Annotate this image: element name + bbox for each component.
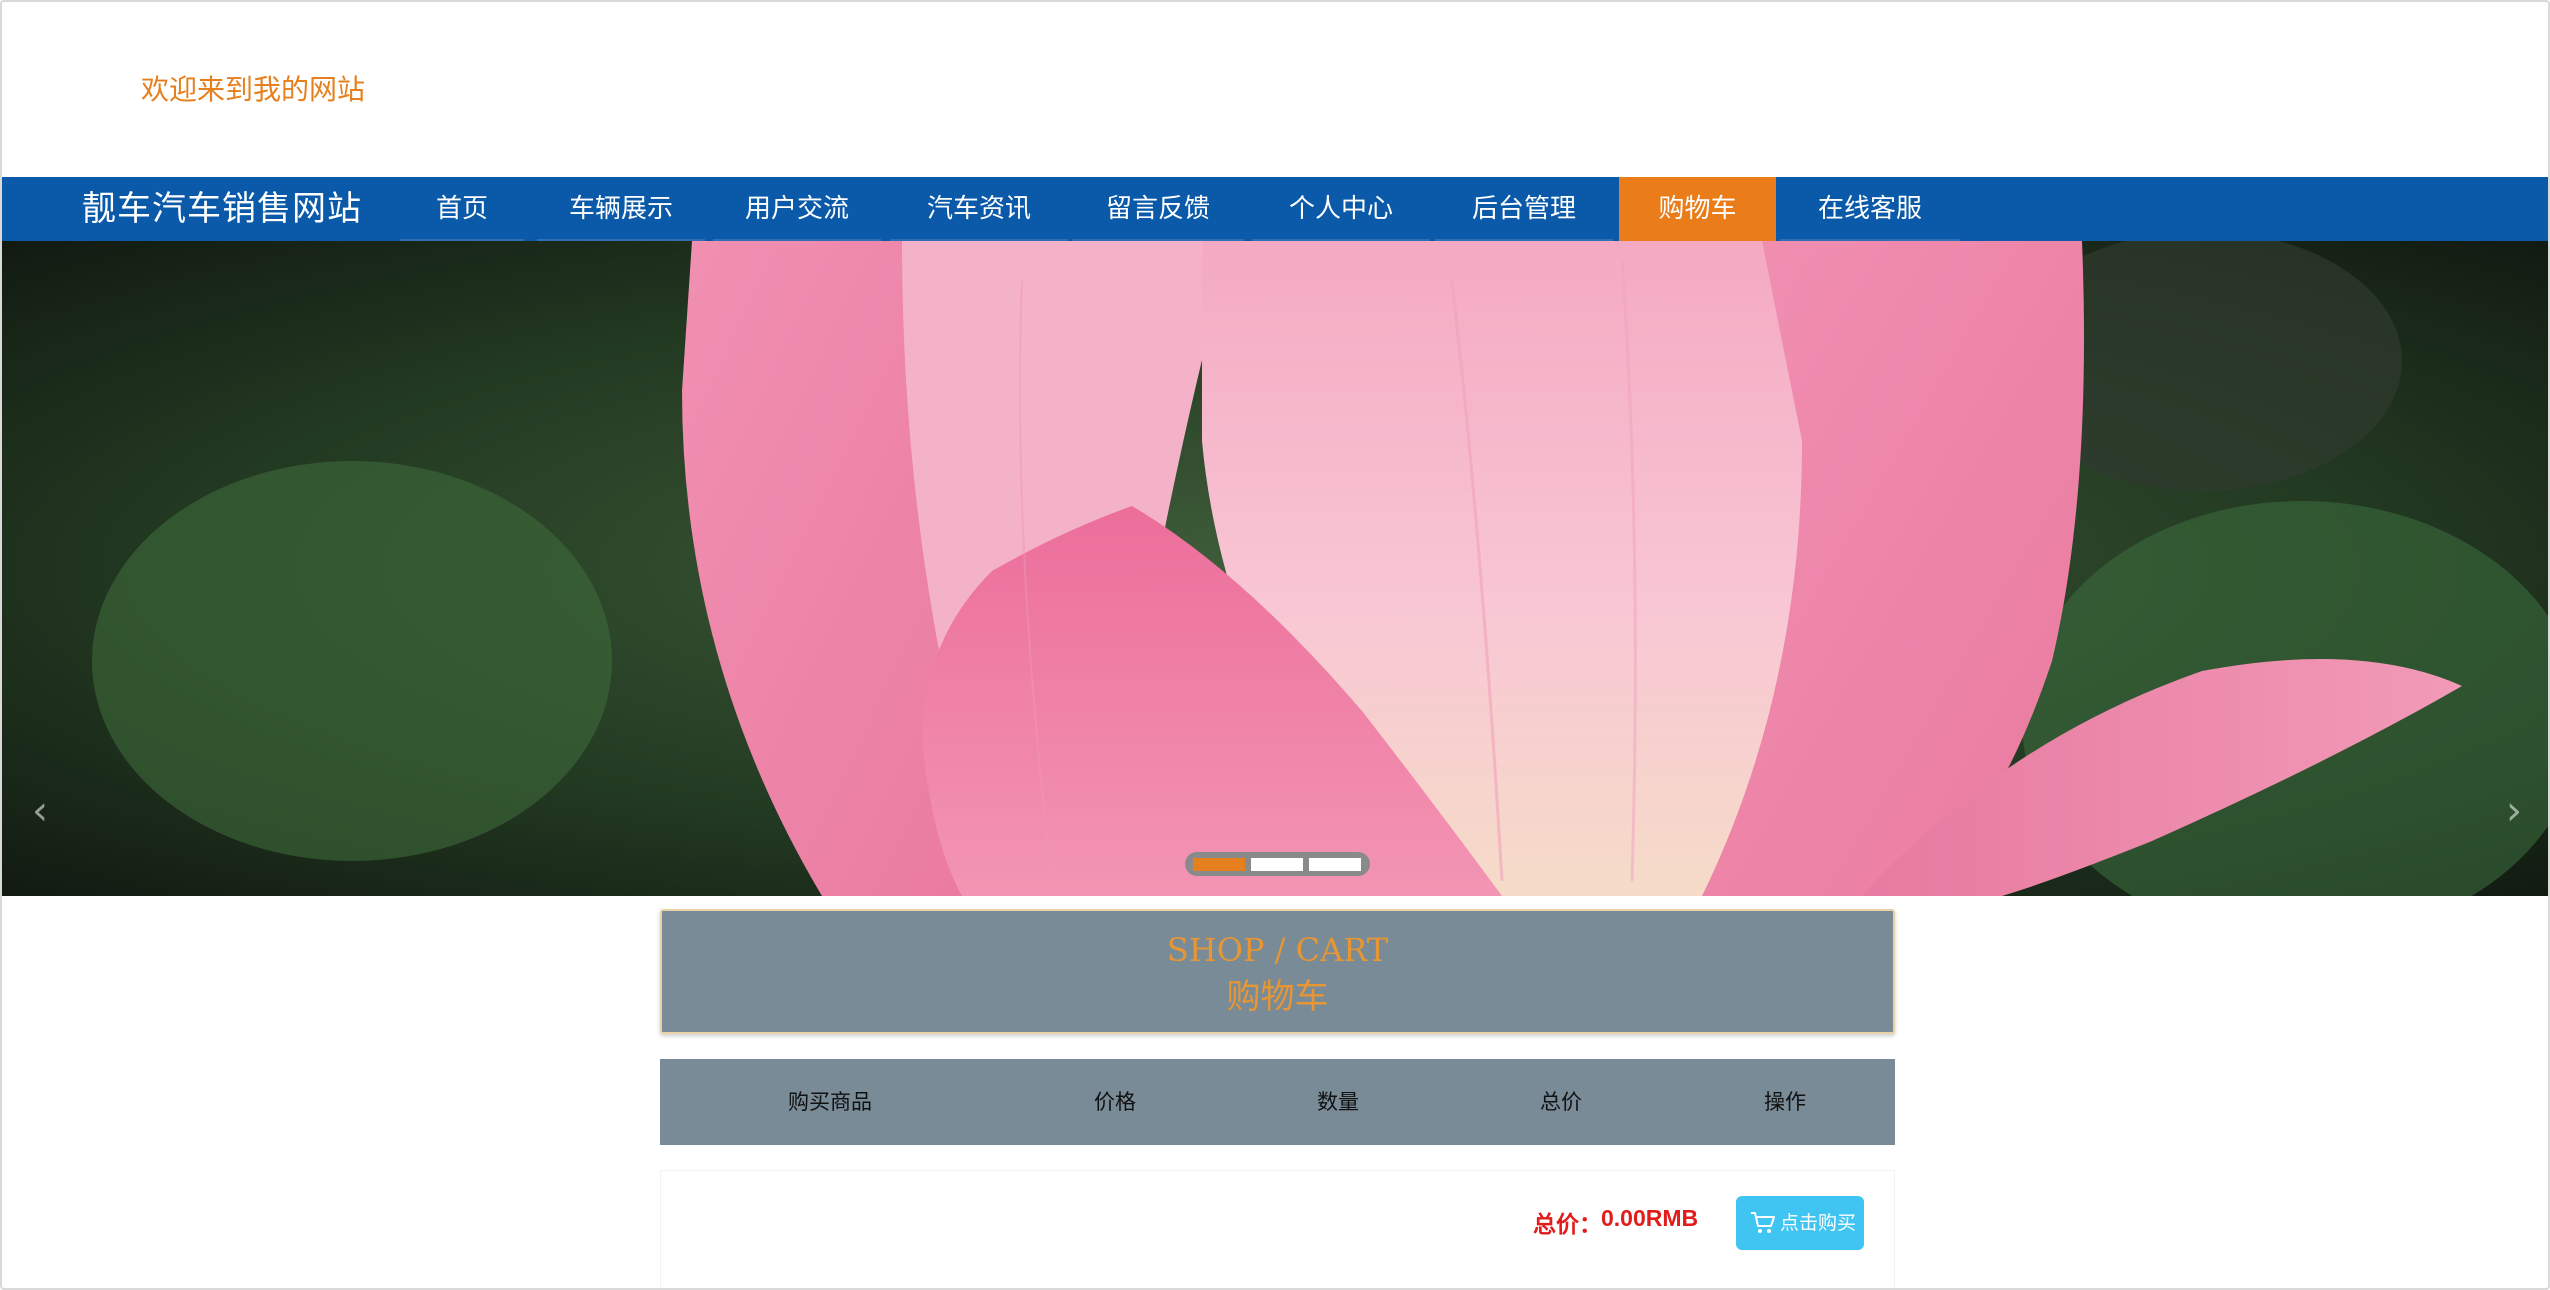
lotus-image xyxy=(2,241,2548,896)
carousel-dot-3[interactable] xyxy=(1309,858,1361,871)
carousel-next-arrow[interactable]: › xyxy=(2494,781,2534,841)
site-title[interactable]: 靓车汽车销售网站 xyxy=(82,177,362,241)
buy-button-label: 点击购买 xyxy=(1780,1212,1857,1234)
shopping-cart-icon xyxy=(1751,1212,1775,1233)
cart-title-zh: 购物车 xyxy=(1226,977,1329,1017)
nav-item-car-news[interactable]: 汽车资讯 xyxy=(890,177,1068,241)
nav-item-profile[interactable]: 个人中心 xyxy=(1252,177,1430,241)
nav-item-vehicles[interactable]: 车辆展示 xyxy=(537,177,705,241)
nav-item-home[interactable]: 首页 xyxy=(400,177,524,241)
cart-header: SHOP / CART 购物车 xyxy=(660,909,1895,1034)
page-frame: 欢迎来到我的网站 靓车汽车销售网站 首页 车辆展示 用户交流 汽车资讯 留言反馈… xyxy=(0,0,2550,1290)
column-header-product: 购买商品 xyxy=(788,1090,872,1114)
carousel-prev-arrow[interactable]: ‹ xyxy=(20,781,60,841)
nav-item-admin[interactable]: 后台管理 xyxy=(1435,177,1613,241)
top-header: 欢迎来到我的网站 xyxy=(2,2,2548,177)
welcome-text: 欢迎来到我的网站 xyxy=(141,73,366,106)
nav-item-cart[interactable]: 购物车 xyxy=(1619,177,1776,241)
cart-title-en: SHOP / CART xyxy=(1166,931,1389,969)
buy-button[interactable]: 点击购买 xyxy=(1736,1196,1864,1250)
column-header-total: 总价 xyxy=(1540,1090,1582,1114)
cart-table-header: 购买商品 价格 数量 总价 操作 xyxy=(660,1059,1895,1145)
nav-item-feedback[interactable]: 留言反馈 xyxy=(1072,177,1244,241)
nav-item-user-forum[interactable]: 用户交流 xyxy=(713,177,881,241)
cart-total-row: 总价： 0.00RMB 点击购买 xyxy=(660,1170,1895,1288)
column-header-quantity: 数量 xyxy=(1317,1090,1359,1114)
nav-item-online-service[interactable]: 在线客服 xyxy=(1780,177,1960,241)
banner-carousel[interactable]: ‹ › xyxy=(2,241,2548,896)
total-value: 0.00RMB xyxy=(1601,1205,1699,1231)
carousel-dot-2[interactable] xyxy=(1251,858,1303,871)
column-header-price: 价格 xyxy=(1094,1090,1136,1114)
total-label: 总价： xyxy=(1533,1211,1602,1237)
column-header-action: 操作 xyxy=(1764,1090,1806,1114)
main-navbar: 靓车汽车销售网站 首页 车辆展示 用户交流 汽车资讯 留言反馈 个人中心 后台管… xyxy=(2,177,2548,241)
carousel-indicators xyxy=(1185,852,1370,876)
carousel-dot-1[interactable] xyxy=(1193,858,1245,871)
